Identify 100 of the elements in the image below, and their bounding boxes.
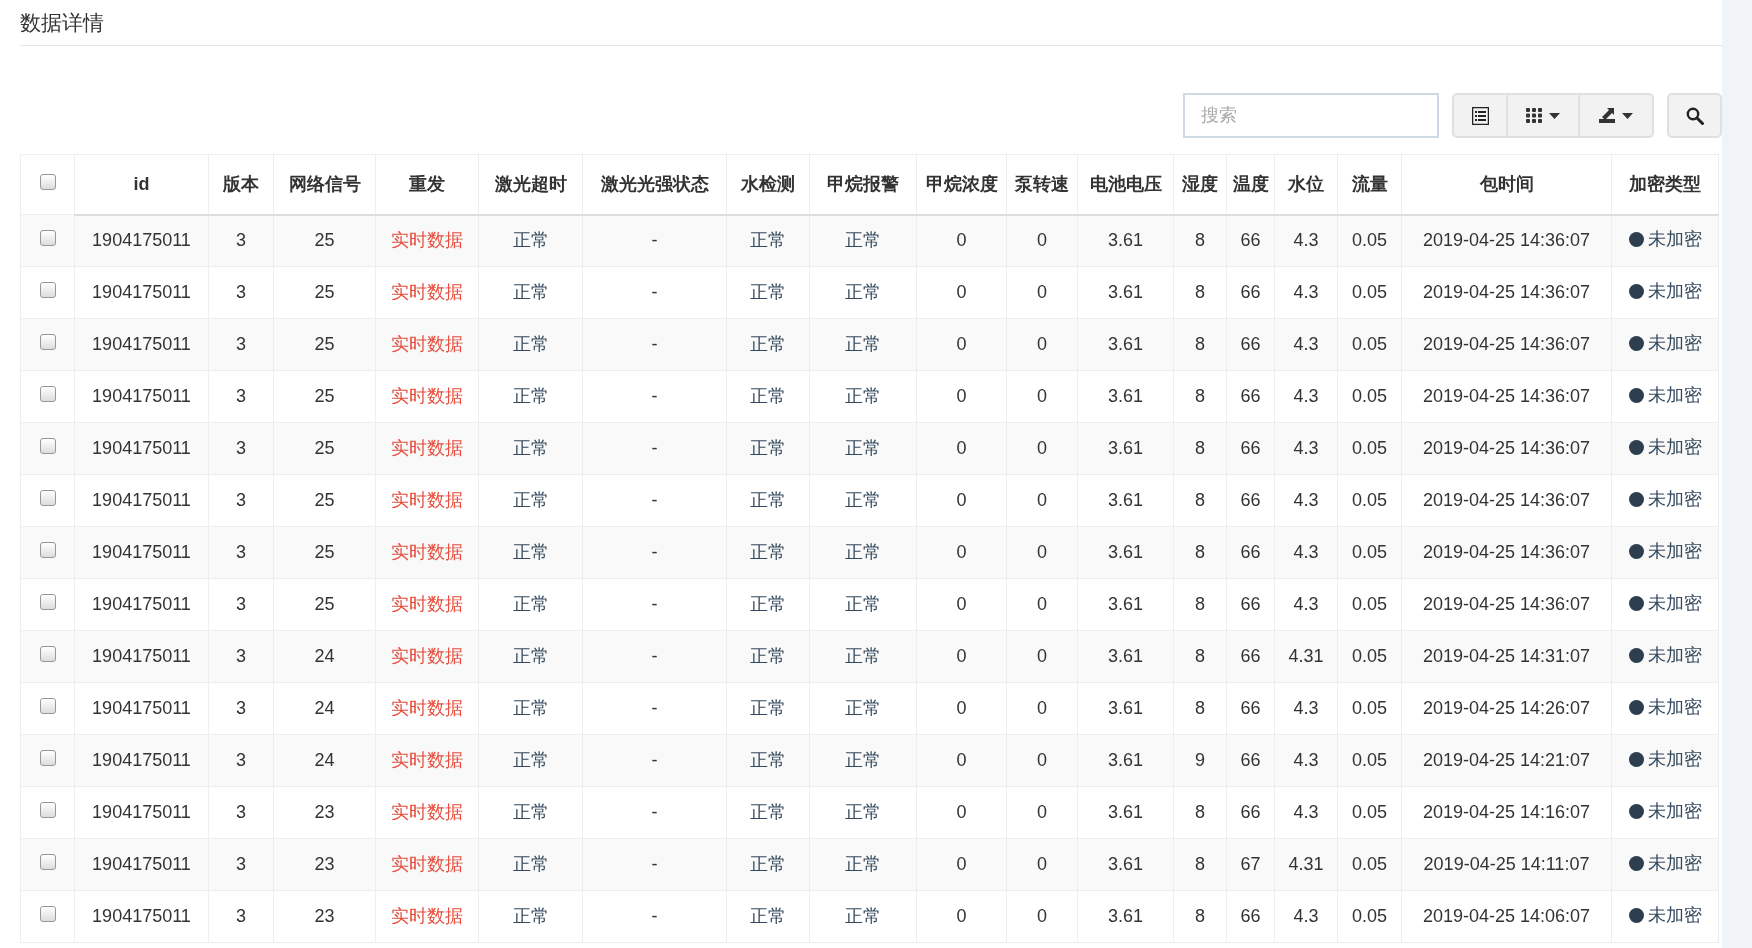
status-label: 正常 bbox=[512, 230, 549, 251]
export-dropdown-button[interactable] bbox=[1580, 93, 1654, 138]
checkbox[interactable] bbox=[39, 646, 56, 662]
table-cell: 0 bbox=[956, 646, 967, 666]
resend-label: 实时数据 bbox=[391, 490, 463, 510]
table-cell: 0.05 bbox=[1351, 698, 1387, 718]
table-cell: - bbox=[651, 542, 658, 562]
search-button[interactable] bbox=[1667, 93, 1722, 138]
table-cell: 24 bbox=[314, 646, 335, 666]
encryption-label: 未加密 bbox=[1647, 280, 1702, 303]
table-cell: 9 bbox=[1195, 750, 1205, 770]
status-label: 正常 bbox=[750, 542, 786, 562]
table-cell: 1904175011 bbox=[92, 646, 191, 666]
checkbox[interactable] bbox=[39, 386, 56, 402]
table-cell: 3.61 bbox=[1107, 438, 1143, 458]
table-cell: 66 bbox=[1240, 750, 1261, 770]
table-cell: 3.61 bbox=[1107, 646, 1143, 666]
table-cell: 66 bbox=[1240, 386, 1261, 406]
table-cell: 24 bbox=[314, 750, 335, 770]
checkbox[interactable] bbox=[39, 230, 56, 246]
checkbox[interactable] bbox=[39, 334, 56, 350]
table-cell: 8 bbox=[1195, 386, 1205, 406]
table-cell: 3 bbox=[236, 386, 246, 406]
table-cell: 0 bbox=[956, 698, 967, 718]
encryption-label: 未加密 bbox=[1647, 748, 1702, 771]
table-cell: 23 bbox=[314, 854, 335, 874]
table-cell: 3 bbox=[236, 438, 246, 458]
export-icon bbox=[1599, 107, 1616, 124]
table-cell: 23 bbox=[314, 906, 335, 926]
table-cell: 4.3 bbox=[1293, 594, 1319, 614]
table-cell: 2019-04-25 14:26:07 bbox=[1422, 698, 1591, 718]
table-cell: 0 bbox=[956, 490, 967, 510]
list-icon bbox=[1471, 106, 1489, 125]
checkbox[interactable] bbox=[39, 542, 56, 558]
status-label: 正常 bbox=[512, 906, 549, 926]
table-cell: 0 bbox=[956, 906, 967, 926]
status-label: 正常 bbox=[750, 282, 786, 302]
checkbox[interactable] bbox=[39, 750, 56, 766]
table-cell: 2019-04-25 14:16:07 bbox=[1422, 802, 1591, 822]
table-cell: 8 bbox=[1195, 542, 1205, 562]
list-view-button[interactable] bbox=[1452, 93, 1508, 138]
table-cell: 3.61 bbox=[1107, 334, 1143, 354]
section-title: 数据详情 bbox=[20, 9, 104, 36]
checkbox[interactable] bbox=[39, 282, 56, 298]
table-cell: 3 bbox=[236, 594, 246, 614]
table-cell: - bbox=[651, 438, 658, 458]
status-label: 正常 bbox=[845, 906, 881, 926]
status-label: 正常 bbox=[750, 594, 786, 614]
table-cell: 1904175011 bbox=[92, 906, 191, 926]
table-cell: 2019-04-25 14:36:07 bbox=[1422, 334, 1591, 354]
table-cell: 4.3 bbox=[1293, 334, 1319, 354]
table-cell: 3 bbox=[236, 906, 246, 926]
status-label: 正常 bbox=[750, 854, 786, 874]
encryption-label: 未加密 bbox=[1647, 696, 1702, 719]
table-cell: 3.61 bbox=[1107, 594, 1143, 614]
table-cell: 8 bbox=[1195, 594, 1205, 614]
column-header: 水位 bbox=[1288, 173, 1324, 194]
table-cell: - bbox=[651, 282, 658, 302]
column-header: 包时间 bbox=[1479, 173, 1534, 194]
table-cell: 23 bbox=[314, 802, 335, 822]
table-cell: 3 bbox=[236, 750, 246, 770]
checkbox[interactable] bbox=[39, 174, 56, 190]
column-header: 激光光强状态 bbox=[600, 173, 709, 194]
table-cell: 25 bbox=[314, 594, 335, 614]
status-label: 正常 bbox=[845, 646, 881, 666]
encryption-label: 未加密 bbox=[1647, 488, 1702, 511]
table-cell: 3 bbox=[236, 854, 246, 874]
status-label: 正常 bbox=[845, 386, 881, 406]
table-cell: 0 bbox=[1037, 698, 1047, 718]
checkbox[interactable] bbox=[39, 698, 56, 714]
column-header: 甲烷报警 bbox=[827, 173, 899, 194]
table-cell: - bbox=[651, 854, 658, 874]
table-cell: 3 bbox=[236, 802, 246, 822]
table-cell: 0 bbox=[1037, 230, 1047, 251]
table-cell: 1904175011 bbox=[92, 490, 191, 510]
status-label: 正常 bbox=[512, 750, 549, 770]
table-cell: 4.3 bbox=[1293, 802, 1319, 822]
search-field[interactable]: 搜索 bbox=[1183, 93, 1439, 138]
checkbox[interactable] bbox=[39, 438, 56, 454]
checkbox[interactable] bbox=[39, 854, 56, 870]
table-cell: 3.61 bbox=[1107, 282, 1143, 302]
table-cell: 24 bbox=[314, 698, 335, 718]
status-label: 正常 bbox=[845, 490, 881, 510]
table-cell: 8 bbox=[1195, 230, 1205, 251]
encryption-label: 未加密 bbox=[1647, 540, 1702, 563]
checkbox[interactable] bbox=[39, 802, 56, 818]
table-cell: 0 bbox=[1037, 490, 1047, 510]
table-cell: 0 bbox=[1037, 802, 1047, 822]
column-header: 水检测 bbox=[741, 173, 795, 194]
columns-dropdown-button[interactable] bbox=[1508, 93, 1580, 138]
table-cell: 25 bbox=[314, 438, 335, 458]
table-cell: 0.05 bbox=[1351, 906, 1387, 926]
table-cell: 8 bbox=[1195, 906, 1205, 926]
checkbox[interactable] bbox=[39, 594, 56, 610]
checkbox[interactable] bbox=[39, 906, 56, 922]
checkbox[interactable] bbox=[39, 490, 56, 506]
table-cell: 3.61 bbox=[1107, 750, 1143, 770]
status-label: 正常 bbox=[845, 854, 881, 874]
table-cell: 3.61 bbox=[1107, 386, 1143, 406]
resend-label: 实时数据 bbox=[391, 594, 463, 614]
